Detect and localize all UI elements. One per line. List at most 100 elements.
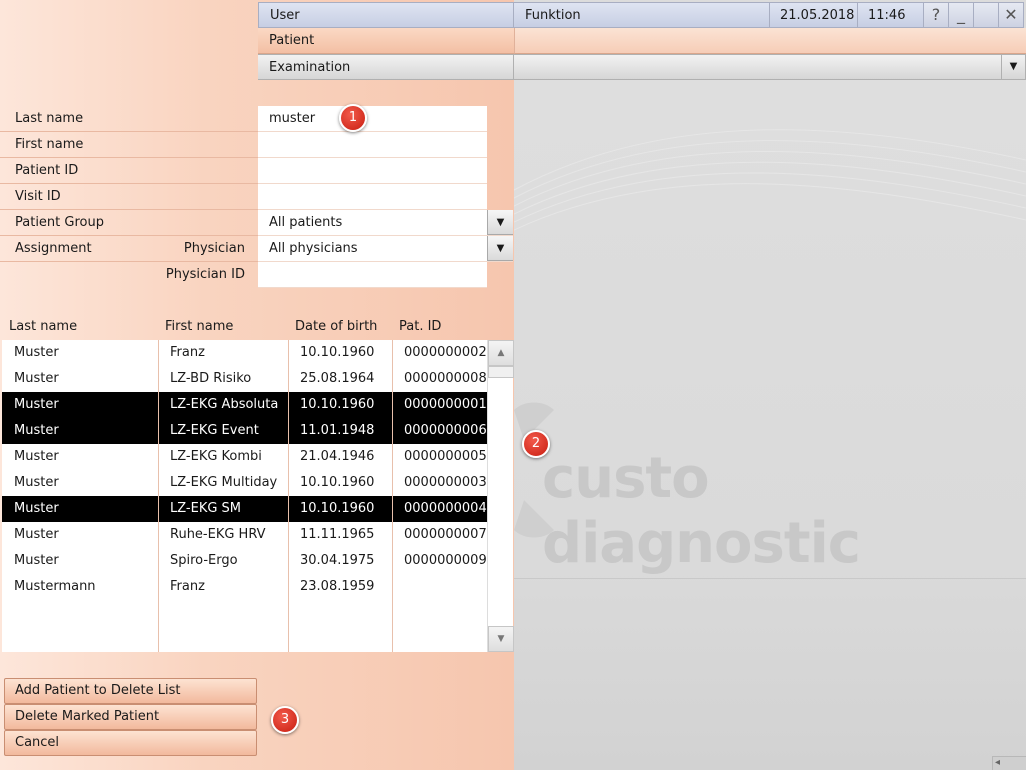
table-row[interactable]: Muster LZ-EKG Event 11.01.1948 0000000006 bbox=[2, 418, 487, 444]
visit-id-input[interactable] bbox=[258, 184, 487, 210]
physician-id-input[interactable] bbox=[258, 262, 487, 288]
annotation-badge-2: 2 bbox=[522, 430, 550, 458]
cell-date-of-birth: 10.10.1960 bbox=[300, 501, 375, 516]
cell-date-of-birth: 30.04.1975 bbox=[300, 553, 375, 568]
add-to-delete-list-button[interactable]: Add Patient to Delete List bbox=[4, 678, 257, 704]
cell-patient-id: 0000000009 bbox=[404, 553, 487, 568]
cell-first-name: LZ-BD Risiko bbox=[170, 371, 252, 386]
col-last-name[interactable]: Last name bbox=[9, 314, 77, 340]
cell-last-name: Mustermann bbox=[14, 579, 96, 594]
cancel-button[interactable]: Cancel bbox=[4, 730, 257, 756]
cell-patient-id: 0000000001 bbox=[404, 397, 487, 412]
physician-id-label: Physician ID bbox=[165, 267, 245, 282]
cell-patient-id: 0000000008 bbox=[404, 371, 487, 386]
column-divider bbox=[288, 340, 289, 652]
patient-bar: Patient bbox=[258, 28, 1026, 54]
spacer-button bbox=[974, 2, 999, 28]
logo-swoosh bbox=[514, 129, 1026, 579]
cell-date-of-birth: 10.10.1960 bbox=[300, 345, 375, 360]
table-row[interactable]: Muster LZ-BD Risiko 25.08.1964 0000000008 bbox=[2, 366, 487, 392]
chevron-down-icon[interactable]: ▼ bbox=[487, 210, 513, 235]
table-row[interactable]: Muster Spiro-Ergo 30.04.1975 0000000009 bbox=[2, 548, 487, 574]
annotation-badge-1: 1 bbox=[339, 104, 367, 132]
table-header: Last name First name Date of birth Pat. … bbox=[0, 314, 514, 340]
funktion-menu[interactable]: Funktion bbox=[514, 2, 770, 28]
logo-area: custo diagnostic ◂ bbox=[514, 80, 1026, 770]
table-row[interactable]: Muster LZ-EKG Kombi 21.04.1946 0000000005 bbox=[2, 444, 487, 470]
physician-id-row: Physician ID bbox=[0, 262, 514, 288]
minimize-icon[interactable]: _ bbox=[949, 2, 974, 28]
column-divider bbox=[158, 340, 159, 652]
patient-id-row: Patient ID bbox=[0, 158, 514, 184]
patient-group-row: Patient Group All patients ▼ bbox=[0, 210, 514, 236]
examination-menu[interactable]: Examination bbox=[258, 54, 514, 80]
first-name-label: First name bbox=[15, 137, 84, 152]
col-first-name[interactable]: First name bbox=[165, 314, 233, 340]
scroll-thumb[interactable] bbox=[488, 366, 514, 378]
scroll-up-icon[interactable]: ▲ bbox=[488, 340, 514, 366]
cell-date-of-birth: 10.10.1960 bbox=[300, 475, 375, 490]
table-scrollbar[interactable]: ▲ ▼ bbox=[487, 340, 514, 652]
cell-last-name: Muster bbox=[14, 527, 59, 542]
cell-date-of-birth: 11.11.1965 bbox=[300, 527, 375, 542]
cell-patient-id: 0000000003 bbox=[404, 475, 487, 490]
table-row[interactable]: Muster Franz 10.10.1960 0000000002 bbox=[2, 340, 487, 366]
table-row[interactable]: Muster LZ-EKG Multiday 10.10.1960 000000000… bbox=[2, 470, 487, 496]
cell-date-of-birth: 21.04.1946 bbox=[300, 449, 375, 464]
cell-date-of-birth: 11.01.1948 bbox=[300, 423, 375, 438]
patient-id-input[interactable] bbox=[258, 158, 487, 184]
time-display: 11:46 bbox=[858, 2, 924, 28]
physician-select[interactable]: All physicians ▼ bbox=[258, 236, 513, 262]
patient-menu[interactable]: Patient bbox=[258, 28, 514, 54]
brand-logo: custo diagnostic bbox=[542, 446, 861, 576]
cell-first-name: Ruhe-EKG HRV bbox=[170, 527, 266, 542]
resize-grip-icon[interactable]: ◂ bbox=[992, 756, 1026, 770]
annotation-badge-3: 3 bbox=[271, 706, 299, 734]
patient-bar-fill bbox=[514, 28, 1026, 54]
cell-patient-id: 0000000002 bbox=[404, 345, 487, 360]
table-row[interactable]: Muster LZ-EKG Absoluta 10.10.1960 000000000… bbox=[2, 392, 487, 418]
cell-last-name: Muster bbox=[14, 449, 59, 464]
col-patient-id[interactable]: Pat. ID bbox=[399, 314, 441, 340]
delete-marked-patient-button[interactable]: Delete Marked Patient bbox=[4, 704, 257, 730]
patient-group-value: All patients bbox=[269, 215, 343, 230]
cell-last-name: Muster bbox=[14, 345, 59, 360]
assignment-row: Assignment Physician All physicians ▼ bbox=[0, 236, 514, 262]
last-name-row: Last name muster bbox=[0, 106, 514, 132]
table-row[interactable]: Muster Ruhe-EKG HRV 11.11.1965 0000000007 bbox=[2, 522, 487, 548]
physician-value: All physicians bbox=[269, 241, 358, 256]
first-name-row: First name bbox=[0, 132, 514, 158]
cell-date-of-birth: 23.08.1959 bbox=[300, 579, 375, 594]
close-icon[interactable]: ✕ bbox=[999, 2, 1024, 28]
cell-date-of-birth: 10.10.1960 bbox=[300, 397, 375, 412]
last-name-input[interactable]: muster bbox=[258, 106, 487, 132]
examination-select[interactable]: ▼ bbox=[514, 54, 1026, 80]
cell-last-name: Muster bbox=[14, 553, 59, 568]
cell-first-name: Franz bbox=[170, 579, 205, 594]
patient-group-select[interactable]: All patients ▼ bbox=[258, 210, 513, 236]
assignment-label: Assignment bbox=[15, 241, 92, 256]
table-row[interactable]: Muster LZ-EKG SM 10.10.1960 0000000004 bbox=[2, 496, 487, 522]
chevron-down-icon[interactable]: ▼ bbox=[487, 236, 513, 261]
cell-patient-id: 0000000004 bbox=[404, 501, 487, 516]
cell-last-name: Muster bbox=[14, 501, 59, 516]
visit-id-row: Visit ID bbox=[0, 184, 514, 210]
visit-id-label: Visit ID bbox=[15, 189, 61, 204]
title-bar: User Funktion 21.05.2018 11:46 ? _ ✕ bbox=[258, 2, 1026, 28]
first-name-input[interactable] bbox=[258, 132, 487, 158]
cell-last-name: Muster bbox=[14, 397, 59, 412]
col-date-of-birth[interactable]: Date of birth bbox=[295, 314, 377, 340]
scroll-down-icon[interactable]: ▼ bbox=[488, 626, 514, 652]
last-name-label: Last name bbox=[15, 111, 84, 126]
cell-last-name: Muster bbox=[14, 371, 59, 386]
column-divider bbox=[392, 340, 393, 652]
cell-patient-id: 0000000007 bbox=[404, 527, 487, 542]
cell-first-name: LZ-EKG Absoluta bbox=[170, 397, 279, 412]
help-icon[interactable]: ? bbox=[924, 2, 949, 28]
cell-first-name: LZ-EKG SM bbox=[170, 501, 242, 516]
patient-group-label: Patient Group bbox=[15, 215, 104, 230]
user-menu[interactable]: User bbox=[258, 2, 514, 28]
patient-id-label: Patient ID bbox=[15, 163, 79, 178]
table-row[interactable]: Mustermann Franz 23.08.1959 bbox=[2, 574, 487, 600]
chevron-down-icon[interactable]: ▼ bbox=[1001, 55, 1025, 79]
